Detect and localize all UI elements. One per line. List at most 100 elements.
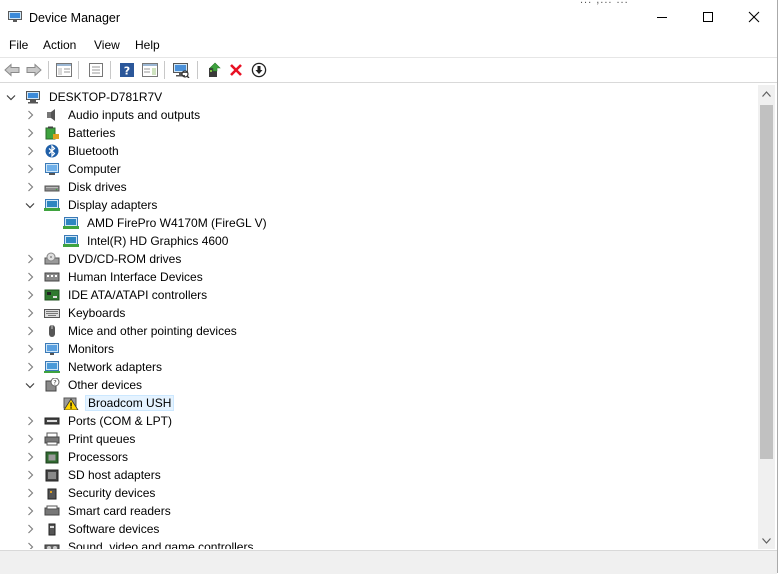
scan-hardware-button[interactable] [172,61,190,79]
expand-toggle[interactable] [25,488,35,498]
tree-item-label[interactable]: Mice and other pointing devices [66,324,239,338]
collapse-toggle[interactable] [25,200,35,210]
tree-category-item[interactable]: Sound, video and game controllers [25,538,255,549]
tree-category-item[interactable]: Print queues [25,430,137,448]
tree-item-label[interactable]: Security devices [66,486,157,500]
tree-device-item[interactable]: Broadcom USH [63,394,175,412]
tree-category-item[interactable]: Smart card readers [25,502,173,520]
tree-item-label[interactable]: Keyboards [66,306,127,320]
tree-item-label[interactable]: DESKTOP-D781R7V [47,90,164,104]
vertical-scrollbar[interactable] [758,85,775,549]
tree-item-label[interactable]: AMD FirePro W4170M (FireGL V) [85,216,269,230]
menu-file[interactable]: File [9,38,28,52]
expand-toggle[interactable] [25,434,35,444]
tree-category-item[interactable]: Network adapters [25,358,164,376]
tree-item-label[interactable]: Disk drives [66,180,129,194]
tree-item-label[interactable]: Network adapters [66,360,164,374]
disable-device-button[interactable] [250,61,268,79]
tree-item-label[interactable]: Smart card readers [66,504,173,518]
tree-category-item[interactable]: Audio inputs and outputs [25,106,202,124]
expand-toggle[interactable] [25,470,35,480]
expand-toggle[interactable] [25,416,35,426]
expand-toggle[interactable] [25,146,35,156]
expand-toggle[interactable] [25,272,35,282]
tree-device-item[interactable]: AMD FirePro W4170M (FireGL V) [63,214,269,232]
scrollbar-thumb[interactable] [760,105,773,459]
update-driver-button[interactable] [205,61,223,79]
tree-item-label[interactable]: Other devices [66,378,144,392]
expand-toggle[interactable] [25,290,35,300]
tree-category-item[interactable]: Bluetooth [25,142,121,160]
tree-category-item[interactable]: DVD/CD-ROM drives [25,250,183,268]
collapse-toggle[interactable] [6,92,16,102]
tree-category-item[interactable]: Monitors [25,340,116,358]
expand-toggle[interactable] [25,110,35,120]
expand-toggle[interactable] [25,182,35,192]
properties-button[interactable] [87,61,105,79]
tree-item-label[interactable]: Print queues [66,432,137,446]
tree-category-item[interactable]: Processors [25,448,130,466]
title-bar[interactable]: Device Manager ... ,... ... [0,0,777,34]
tree-item-label[interactable]: Software devices [66,522,161,536]
action-pane-icon [142,63,158,77]
device-tree[interactable]: DESKTOP-D781R7V Audio inputs and outputs B… [0,85,758,549]
expand-toggle[interactable] [25,344,35,354]
tree-category-item[interactable]: Keyboards [25,304,127,322]
tree-item-label[interactable]: Audio inputs and outputs [66,108,202,122]
scroll-up-button[interactable] [758,85,775,102]
tree-category-item[interactable]: Ports (COM & LPT) [25,412,174,430]
expand-toggle[interactable] [25,542,35,549]
tree-category-item[interactable]: Mice and other pointing devices [25,322,239,340]
expand-toggle[interactable] [25,128,35,138]
menu-action[interactable]: Action [43,38,76,52]
forward-button[interactable] [25,61,43,79]
scroll-down-button[interactable] [758,532,775,549]
tree-category-item[interactable]: Security devices [25,484,157,502]
tree-item-label[interactable]: Computer [66,162,123,176]
tree-category-item[interactable]: SD host adapters [25,466,163,484]
tree-item-label[interactable]: Batteries [66,126,117,140]
tree-item-label[interactable]: IDE ATA/ATAPI controllers [66,288,209,302]
expand-toggle[interactable] [25,362,35,372]
tree-category-item[interactable]: Display adapters [25,196,159,214]
expand-toggle[interactable] [25,164,35,174]
menu-view[interactable]: View [94,38,120,52]
expand-toggle[interactable] [25,254,35,264]
expand-toggle[interactable] [25,326,35,336]
tree-item-label[interactable]: Monitors [66,342,116,356]
tree-item-label[interactable]: Ports (COM & LPT) [66,414,174,428]
action-pane-button[interactable] [141,61,159,79]
expand-toggle[interactable] [25,524,35,534]
minimize-button[interactable] [639,0,685,34]
tree-device-item[interactable]: Intel(R) HD Graphics 4600 [63,232,230,250]
tree-item-label[interactable]: Broadcom USH [85,395,175,411]
tree-category-item[interactable]: Disk drives [25,178,129,196]
show-hide-console-tree-button[interactable] [55,61,73,79]
tree-item-label[interactable]: SD host adapters [66,468,163,482]
close-button[interactable] [731,0,777,34]
expand-toggle[interactable] [25,506,35,516]
tree-root[interactable]: DESKTOP-D781R7V [6,88,164,106]
tree-category-item[interactable]: Batteries [25,124,117,142]
expand-toggle[interactable] [25,452,35,462]
uninstall-device-button[interactable] [227,61,245,79]
device-manager-app-icon [8,11,22,23]
tree-item-label[interactable]: Sound, video and game controllers [66,540,255,549]
expand-toggle[interactable] [25,308,35,318]
tree-category-item[interactable]: ? Other devices [25,376,144,394]
help-button[interactable]: ? [118,61,136,79]
tree-item-label[interactable]: Display adapters [66,198,159,212]
tree-item-label[interactable]: DVD/CD-ROM drives [66,252,183,266]
collapse-toggle[interactable] [25,380,35,390]
tree-item-label[interactable]: Intel(R) HD Graphics 4600 [85,234,230,248]
back-button[interactable] [3,61,21,79]
menu-help[interactable]: Help [135,38,160,52]
tree-item-label[interactable]: Human Interface Devices [66,270,205,284]
tree-category-item[interactable]: IDE ATA/ATAPI controllers [25,286,209,304]
maximize-button[interactable] [685,0,731,34]
tree-item-label[interactable]: Bluetooth [66,144,121,158]
tree-category-item[interactable]: Computer [25,160,123,178]
tree-category-item[interactable]: Human Interface Devices [25,268,205,286]
tree-category-item[interactable]: Software devices [25,520,161,538]
tree-item-label[interactable]: Processors [66,450,130,464]
